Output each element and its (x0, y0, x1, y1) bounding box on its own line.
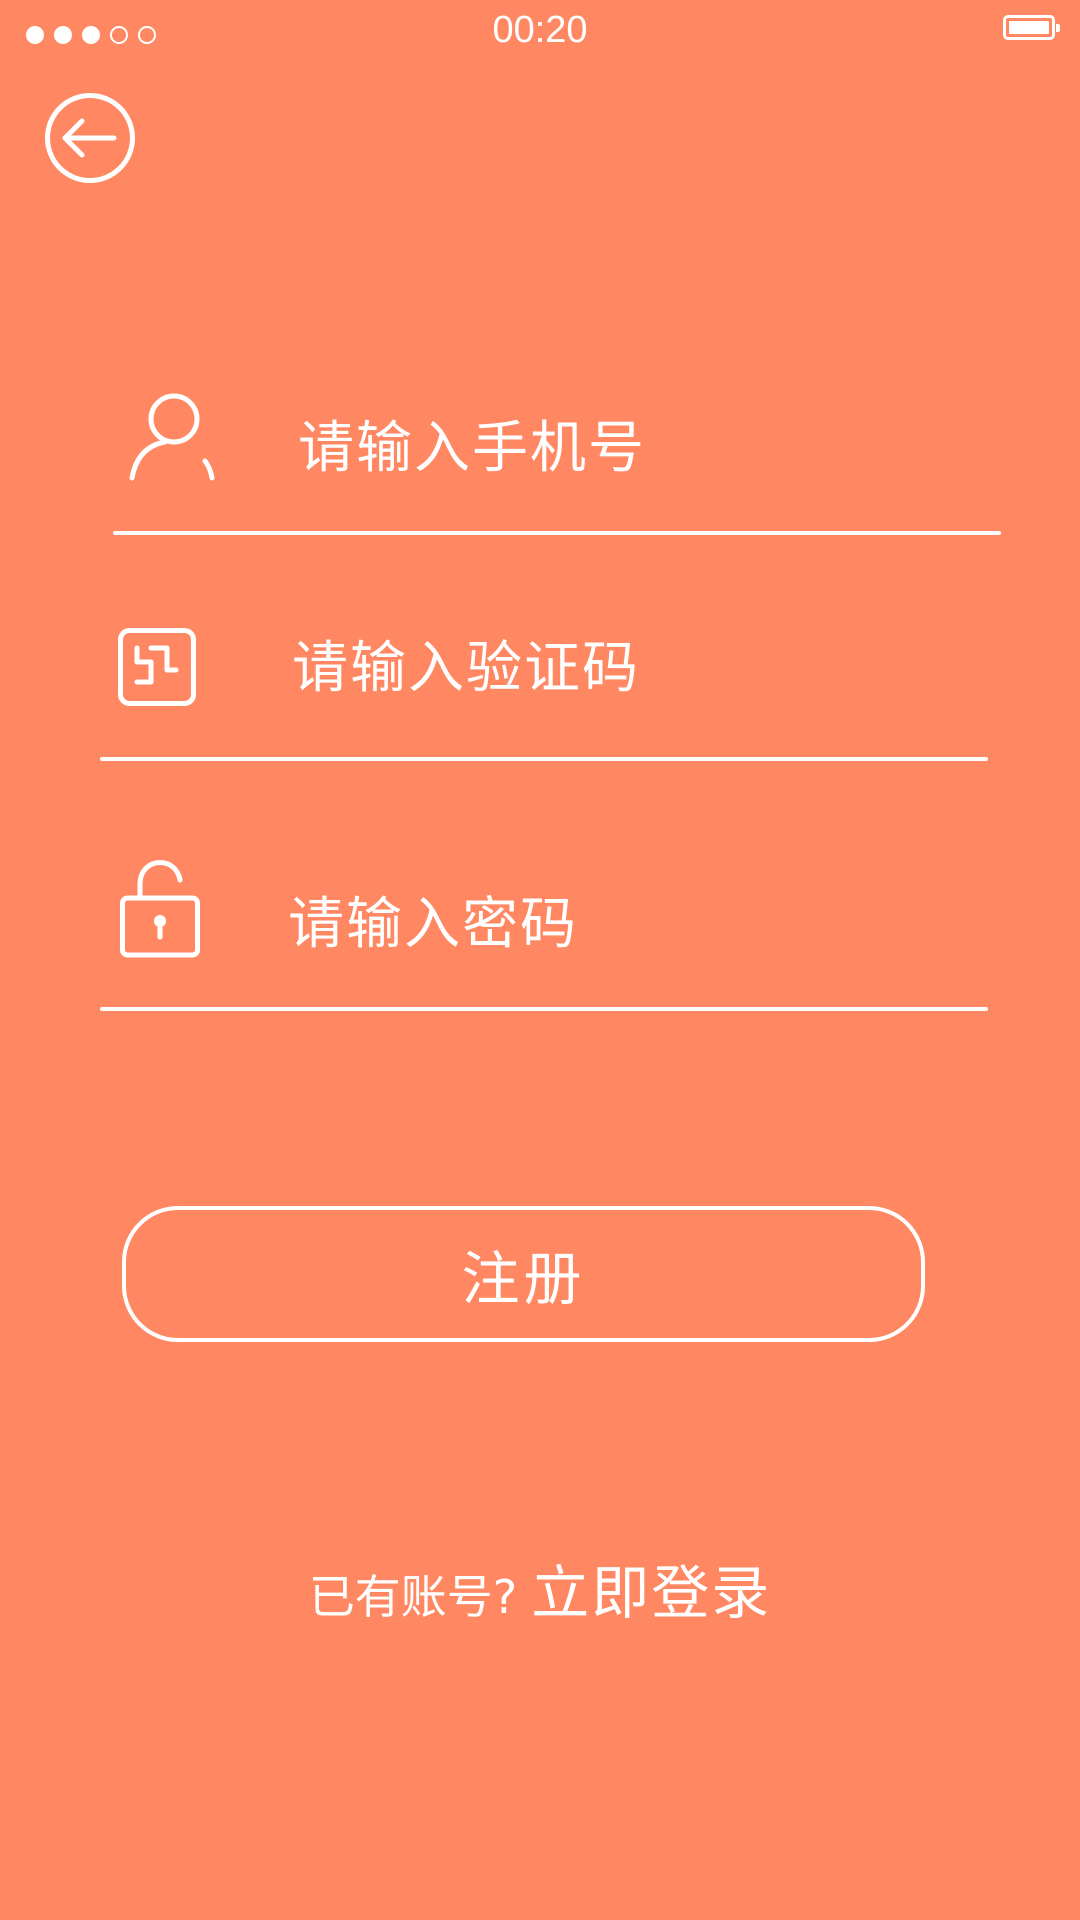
verification-code-icon (118, 628, 196, 706)
arrow-left-circle-icon (45, 93, 135, 183)
code-input[interactable] (292, 630, 972, 706)
status-bar: 00:20 (0, 0, 1080, 60)
lock-icon (120, 860, 200, 958)
battery-level (1009, 21, 1049, 34)
login-link[interactable]: 立即登录 (531, 1559, 771, 1627)
back-button[interactable] (44, 92, 136, 184)
user-icon (129, 393, 215, 481)
phone-input[interactable] (298, 410, 978, 486)
code-underline (100, 757, 988, 761)
status-time: 00:20 (492, 9, 588, 51)
login-prompt: 已有账号? 立即登录 (0, 1546, 1080, 1630)
password-input[interactable] (288, 886, 968, 962)
password-field (0, 860, 1080, 1020)
password-underline (100, 1007, 988, 1011)
register-button[interactable]: 注册 (122, 1206, 925, 1342)
phone-underline (113, 531, 1001, 535)
battery-icon (1003, 15, 1060, 40)
code-field (0, 600, 1080, 770)
phone-field (0, 360, 1080, 540)
login-question: 已有账号? (308, 1570, 518, 1624)
